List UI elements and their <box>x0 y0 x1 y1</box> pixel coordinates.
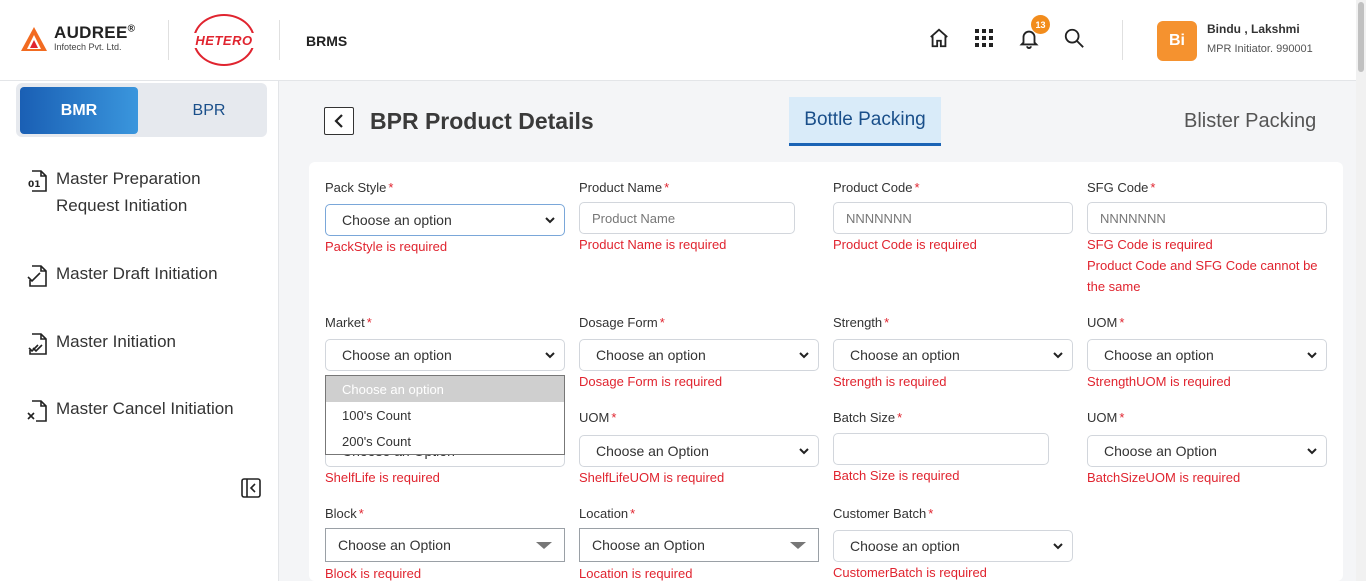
audree-logo-mark-icon <box>20 26 48 52</box>
market-label: Market * <box>325 315 372 330</box>
sidebar: BMR BPR 01 Master Preparation Request In… <box>0 81 279 581</box>
block-error: Block is required <box>325 566 422 581</box>
pack-style-select[interactable]: Choose an option <box>325 204 565 236</box>
batch-size-error: Batch Size is required <box>833 468 960 483</box>
market-dropdown-list: Choose an option 100's Count 200's Count <box>325 375 565 455</box>
shelf-life-error: ShelfLife is required <box>325 470 440 485</box>
bpr-toggle-button[interactable]: BPR <box>150 87 268 134</box>
chevron-down-icon <box>545 217 555 224</box>
product-code-input[interactable]: NNNNNNN <box>833 202 1073 234</box>
chevron-down-icon <box>799 352 809 359</box>
batch-size-uom-error: BatchSizeUOM is required <box>1087 470 1241 485</box>
batch-size-input[interactable] <box>833 433 1049 465</box>
customer-batch-select[interactable]: Choose an option <box>833 530 1073 562</box>
strength-error: Strength is required <box>833 374 947 389</box>
block-select[interactable]: Choose an Option <box>325 528 565 562</box>
document-01-icon: 01 <box>26 169 48 193</box>
strength-select[interactable]: Choose an option <box>833 339 1073 371</box>
avatar[interactable]: Bi <box>1157 21 1197 61</box>
chevron-down-icon <box>1053 543 1063 550</box>
product-name-input[interactable]: Product Name <box>579 202 795 234</box>
chevron-down-icon <box>545 352 555 359</box>
dropdown-option[interactable]: 200's Count <box>326 428 564 454</box>
dropdown-option[interactable]: Choose an option <box>326 376 564 402</box>
sidebar-item-label: Master Cancel Initiation <box>56 399 234 418</box>
home-icon[interactable] <box>926 25 952 51</box>
product-name-label: Product Name * <box>579 180 670 195</box>
sidebar-collapse-icon[interactable] <box>240 477 262 499</box>
sfg-code-error: SFG Code is required <box>1087 237 1213 252</box>
page-title: BPR Product Details <box>370 108 594 134</box>
strength-uom-label: UOM * <box>1087 315 1125 330</box>
header-divider <box>1122 20 1123 60</box>
batch-size-uom-label: UOM * <box>1087 410 1125 425</box>
chevron-down-icon <box>1307 352 1317 359</box>
dropdown-option[interactable]: 100's Count <box>326 402 564 428</box>
strength-uom-error: StrengthUOM is required <box>1087 374 1231 389</box>
chevron-down-icon <box>1307 448 1317 455</box>
chevron-down-icon <box>799 448 809 455</box>
scrollbar-thumb[interactable] <box>1358 2 1364 72</box>
app-name: BRMS <box>306 33 348 49</box>
strength-label: Strength * <box>833 315 890 330</box>
customer-batch-error: CustomerBatch is required <box>833 565 987 580</box>
brand-subtitle: Infotech Pvt. Ltd. <box>54 42 122 52</box>
product-name-error: Product Name is required <box>579 237 727 252</box>
caret-down-icon <box>790 542 806 549</box>
app-header: AUDREE® Infotech Pvt. Ltd. HETERO BRMS 1… <box>0 0 1356 81</box>
pack-style-error: PackStyle is required <box>325 239 448 254</box>
header-divider <box>279 20 280 60</box>
apps-grid-icon[interactable] <box>971 25 997 51</box>
document-check-icon <box>26 332 48 356</box>
page-scrollbar[interactable] <box>1356 0 1366 581</box>
dosage-form-select[interactable]: Choose an option <box>579 339 819 371</box>
brand-name: AUDREE® <box>54 23 136 42</box>
product-code-label: Product Code * <box>833 180 920 195</box>
customer-batch-label: Customer Batch * <box>833 506 934 521</box>
audree-logo[interactable]: AUDREE® Infotech Pvt. Ltd. <box>20 24 135 52</box>
location-error: Location is required <box>579 566 693 581</box>
tab-bottle-packing[interactable]: Bottle Packing <box>789 97 941 146</box>
sidebar-item-master-draft[interactable]: Master Draft Initiation <box>26 264 218 288</box>
block-label: Block * <box>325 506 364 521</box>
hetero-logo: HETERO <box>193 14 255 66</box>
user-role: MPR Initiator. 990001 <box>1207 43 1313 55</box>
svg-text:01: 01 <box>28 180 41 190</box>
batch-size-uom-select[interactable]: Choose an Option <box>1087 435 1327 467</box>
pack-style-label: Pack Style * <box>325 180 394 195</box>
sidebar-item-label: Master Preparation Request Initiation <box>56 169 201 215</box>
notification-badge: 13 <box>1031 15 1050 34</box>
header-divider <box>168 20 169 60</box>
sfg-code-input[interactable]: NNNNNNN <box>1087 202 1327 234</box>
sidebar-item-master-cancel[interactable]: Master Cancel Initiation <box>26 399 234 423</box>
search-icon[interactable] <box>1061 25 1087 51</box>
sidebar-item-master-preparation[interactable]: 01 Master Preparation Request Initiation <box>26 169 216 219</box>
product-code-error: Product Code is required <box>833 237 977 252</box>
strength-uom-select[interactable]: Choose an option <box>1087 339 1327 371</box>
bmr-toggle-button[interactable]: BMR <box>20 87 138 134</box>
sidebar-item-label: Master Draft Initiation <box>56 264 218 283</box>
location-label: Location * <box>579 506 636 521</box>
batch-size-label: Batch Size * <box>833 410 903 425</box>
chevron-down-icon <box>1053 352 1063 359</box>
bmr-bpr-toggle: BMR BPR <box>16 83 267 137</box>
tab-blister-packing[interactable]: Blister Packing <box>1184 110 1316 133</box>
sidebar-item-label: Master Initiation <box>56 332 176 351</box>
dosage-form-label: Dosage Form * <box>579 315 665 330</box>
document-cancel-icon <box>26 399 48 423</box>
shelf-life-uom-error: ShelfLifeUOM is required <box>579 470 725 485</box>
sfg-code-same-error: Product Code and SFG Code cannot be the … <box>1087 258 1318 294</box>
sidebar-item-master-initiation[interactable]: Master Initiation <box>26 332 176 356</box>
shelf-life-uom-select[interactable]: Choose an Option <box>579 435 819 467</box>
user-name: Bindu , Lakshmi <box>1207 22 1300 36</box>
document-draft-icon <box>26 264 48 288</box>
market-select[interactable]: Choose an option <box>325 339 565 371</box>
location-select[interactable]: Choose an Option <box>579 528 819 562</box>
shelf-life-uom-label: UOM * <box>579 410 617 425</box>
dosage-form-error: Dosage Form is required <box>579 374 723 389</box>
back-button[interactable] <box>324 107 354 135</box>
sfg-code-label: SFG Code * <box>1087 180 1156 195</box>
caret-down-icon <box>536 542 552 549</box>
